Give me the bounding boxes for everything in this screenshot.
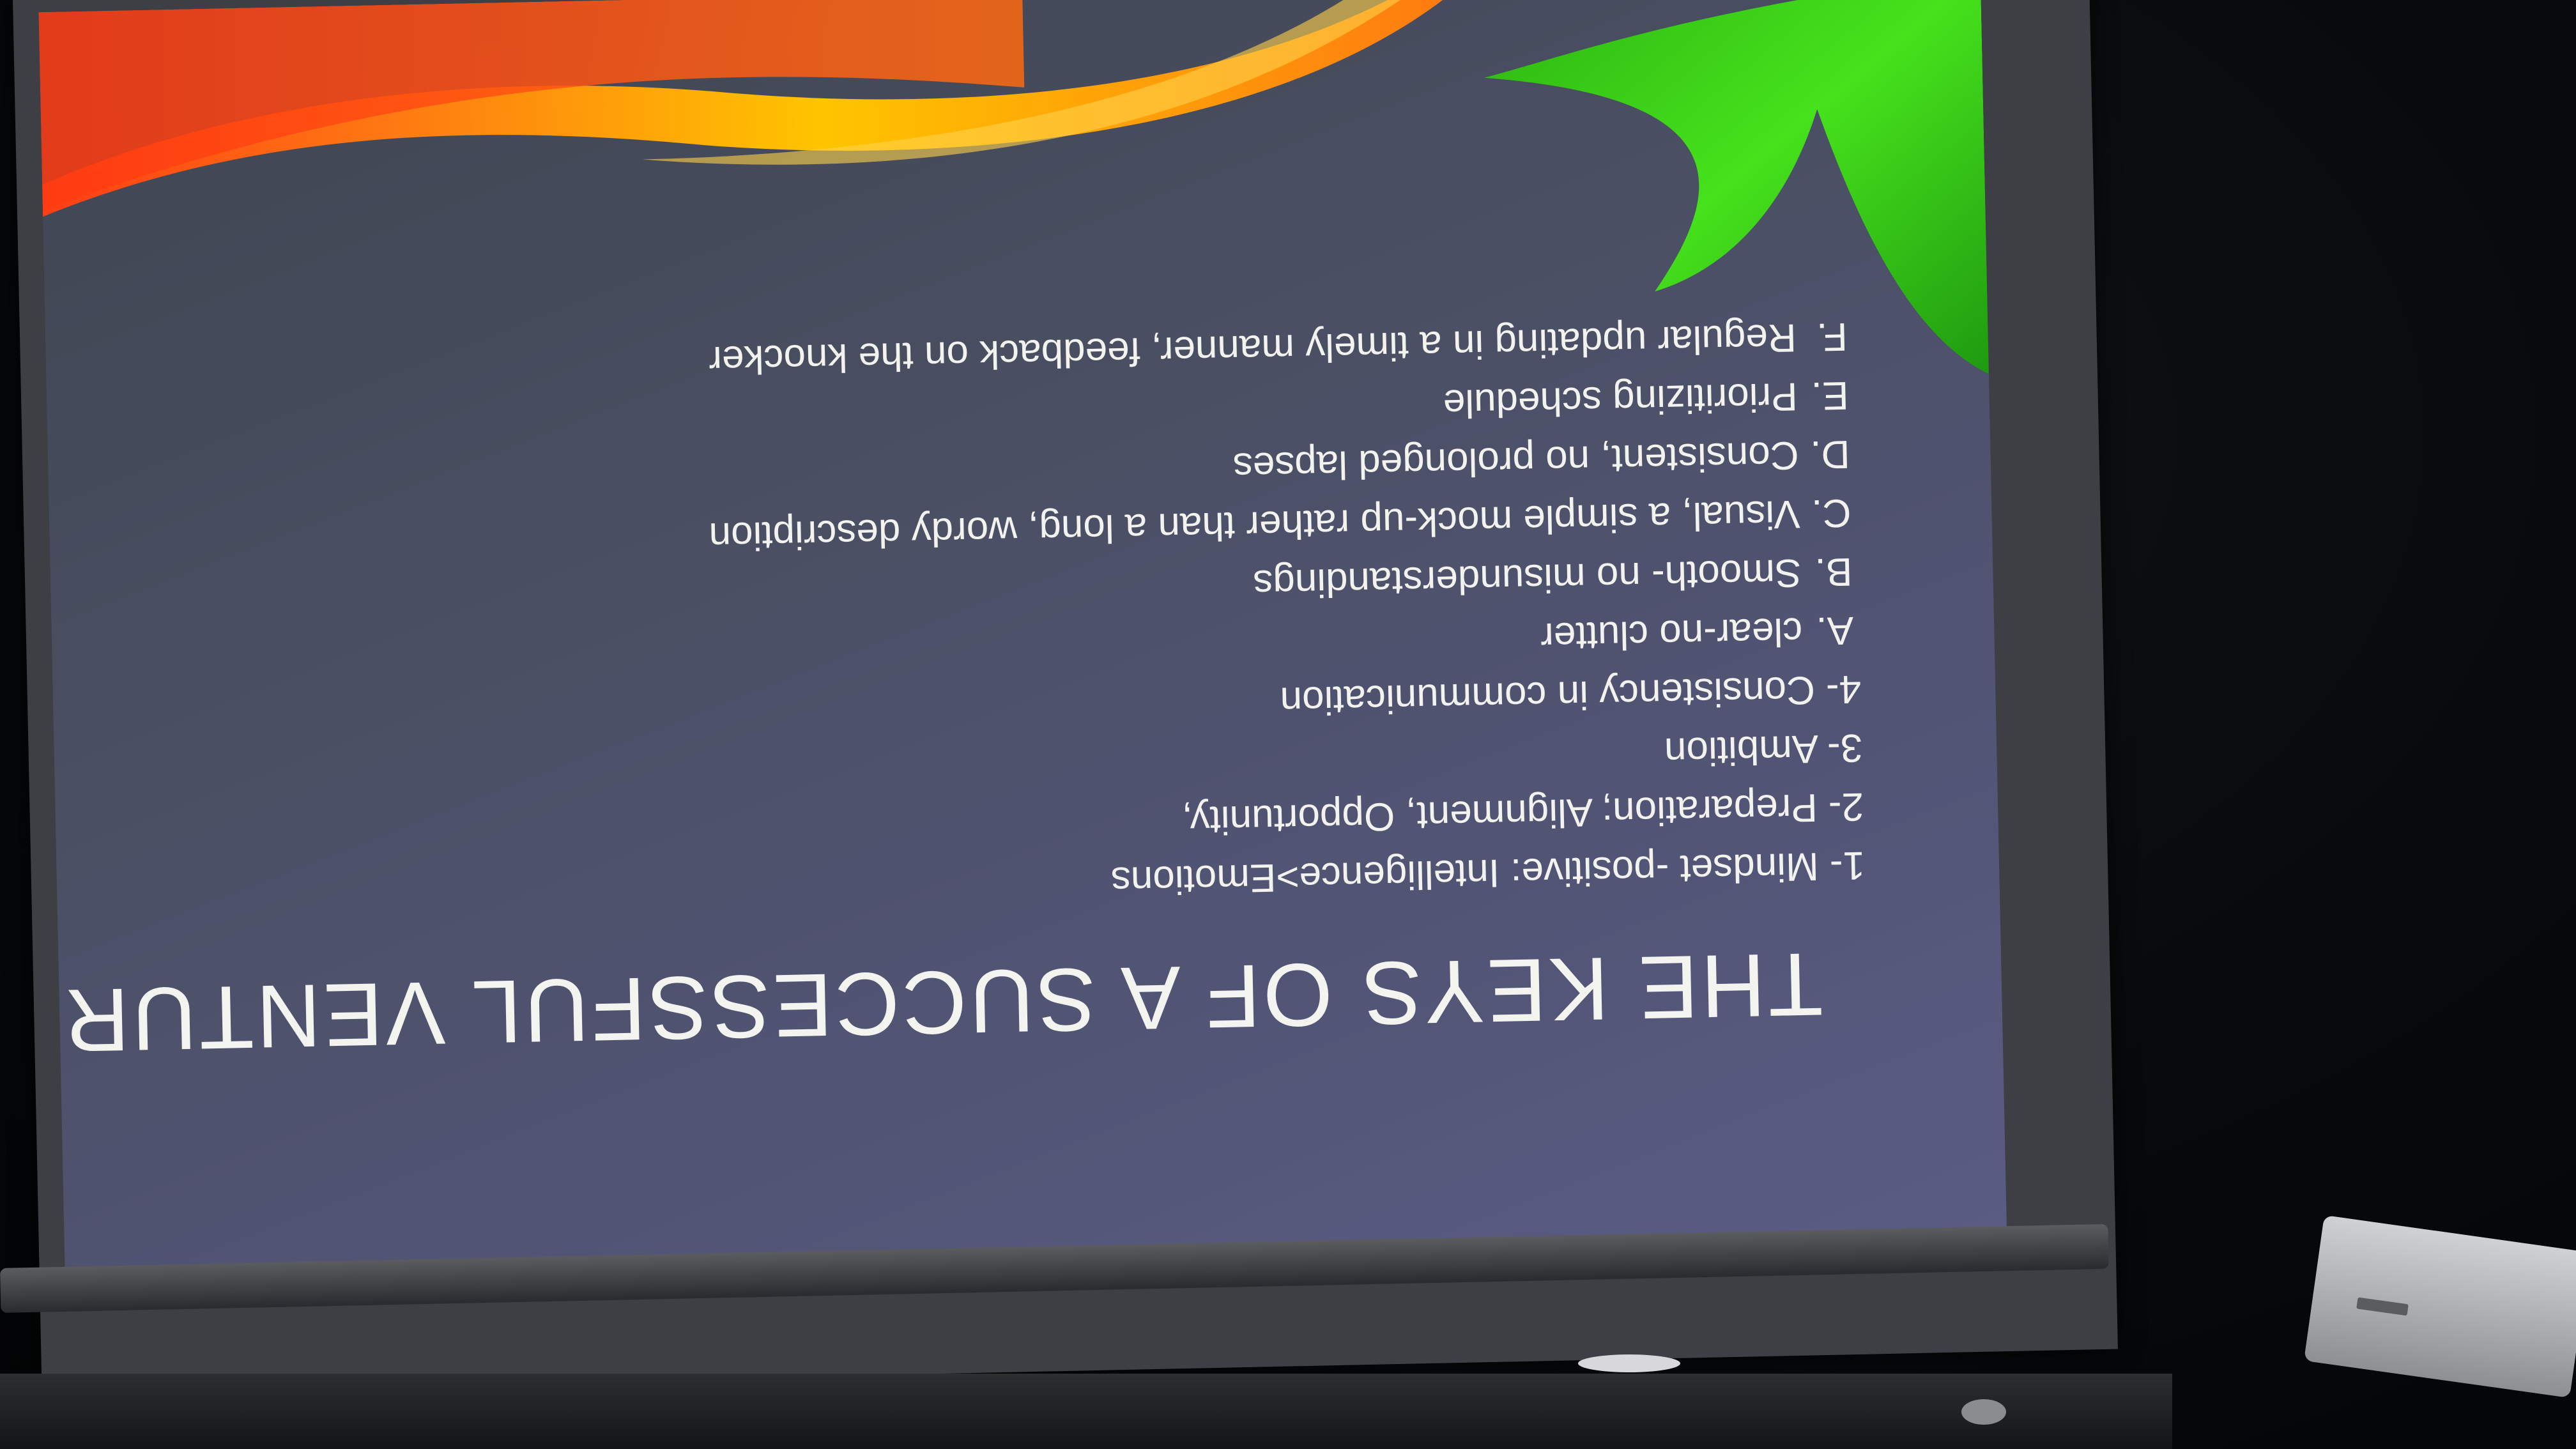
floor-rail [0, 1374, 2172, 1449]
slide-bullet-list: 1- Mindset -positive: Intelligence>Emoti… [705, 307, 1866, 918]
sub-list-letter: D. [1809, 431, 1851, 477]
slide-title: THE KEYS OF A SUCCESSFUL VENTURE [38, 934, 1824, 1073]
screen-pull-handle [1578, 1354, 1680, 1372]
sub-list-letter: E. [1811, 372, 1850, 418]
sub-list-letter: B. [1814, 549, 1853, 595]
projector-vent [2356, 1297, 2409, 1316]
sub-list-text: clear-no clutter [1540, 609, 1804, 659]
sub-list-text: Consistent, no prolonged lapses [1232, 433, 1800, 489]
projection-screen: THE KEYS OF A SUCCESSFUL VENTURE 1- Mind… [38, 0, 2007, 1290]
photo-scene: THE KEYS OF A SUCCESSFUL VENTURE 1- Mind… [0, 0, 2576, 1449]
projector-device [2304, 1215, 2576, 1399]
sub-list-text: Smooth- no misunderstandings [1252, 550, 1802, 606]
sub-list-text: Prioritizing schedule [1443, 374, 1798, 426]
projector-screen-frame: THE KEYS OF A SUCCESSFUL VENTURE 1- Mind… [13, 0, 2118, 1393]
presentation-slide: THE KEYS OF A SUCCESSFUL VENTURE 1- Mind… [38, 0, 2007, 1290]
sub-list-letter: C. [1811, 490, 1852, 536]
sub-list-letter: F. [1816, 314, 1848, 359]
rail-knob [1961, 1399, 2006, 1425]
sub-list-letter: A. [1815, 608, 1855, 654]
